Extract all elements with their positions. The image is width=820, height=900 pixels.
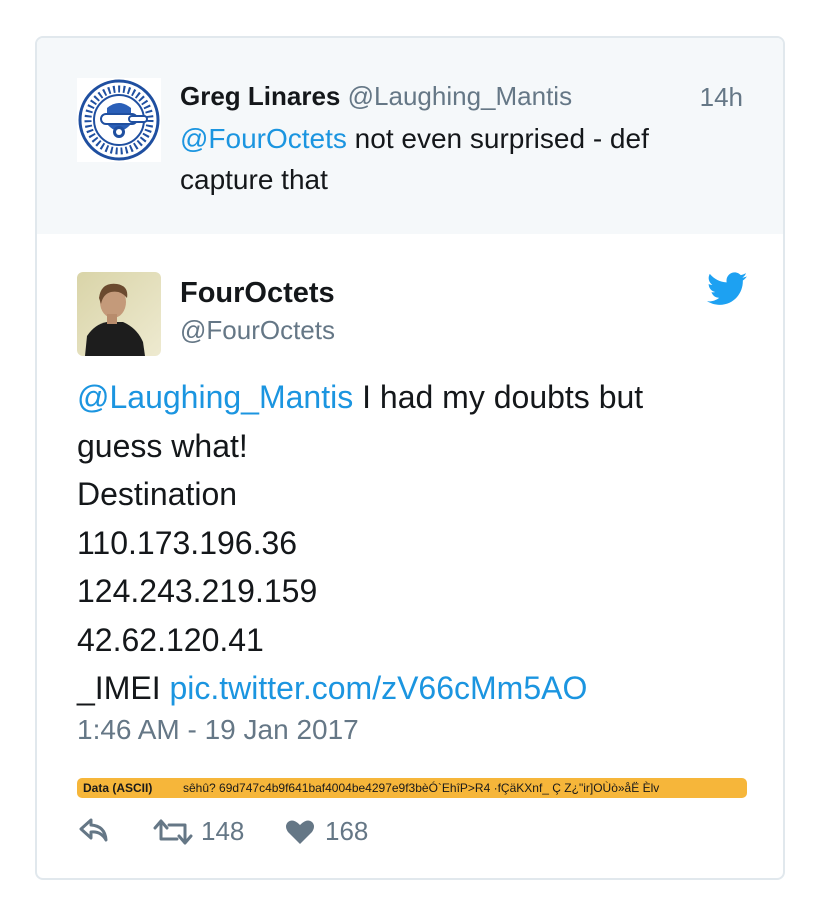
reply-avatar[interactable] bbox=[77, 78, 161, 162]
tweet-mention-link[interactable]: @Laughing_Mantis bbox=[77, 379, 353, 415]
tweet-actions: 148 168 bbox=[77, 816, 577, 852]
reply-time[interactable]: 14h bbox=[700, 82, 743, 113]
like-count: 168 bbox=[325, 816, 369, 846]
reply-mention-link[interactable]: @FourOctets bbox=[180, 123, 347, 154]
imei-label: _IMEI bbox=[77, 670, 170, 706]
author-name[interactable]: FourOctets bbox=[180, 277, 335, 310]
reply-icon bbox=[77, 816, 109, 844]
author-handle[interactable]: @FourOctets bbox=[180, 315, 335, 346]
reply-header: Greg Linares @Laughing_Mantis bbox=[180, 80, 572, 112]
retweet-count: 148 bbox=[201, 816, 245, 846]
like-button[interactable]: 168 bbox=[285, 816, 368, 847]
twitter-bird-icon[interactable] bbox=[707, 272, 747, 306]
tweet-card: Greg Linares @Laughing_Mantis 14h @FourO… bbox=[35, 36, 785, 880]
retweet-button[interactable]: 148 bbox=[153, 816, 244, 847]
tweet-line: _IMEI pic.twitter.com/zV66cMm5AO bbox=[77, 664, 737, 713]
tweet-line: guess what! bbox=[77, 427, 248, 464]
tweet-timestamp[interactable]: 1:46 AM - 19 Jan 2017 bbox=[77, 714, 359, 746]
tweet-line: Destination bbox=[77, 476, 238, 512]
tweet-line: 110.173.196.36 bbox=[77, 524, 298, 561]
data-ascii-label: Data (ASCII) bbox=[83, 781, 153, 795]
reply-tweet[interactable]: Greg Linares @Laughing_Mantis 14h @FourO… bbox=[37, 38, 783, 234]
data-ascii-bar: Data (ASCII) sêhû? 69d747c4b9f641baf4004… bbox=[77, 778, 747, 798]
tweet-line: 42.62.120.41 bbox=[77, 621, 264, 658]
pic-link[interactable]: pic.twitter.com/zV66cMm5AO bbox=[169, 670, 587, 706]
tweet-text: @Laughing_Mantis I had my doubts but gue… bbox=[77, 373, 737, 713]
tweet-line-text: I had my doubts but bbox=[353, 379, 644, 415]
profile-avatar[interactable] bbox=[77, 272, 161, 356]
retweet-icon bbox=[153, 817, 193, 847]
reply-text: @FourOctets not even surprised - def cap… bbox=[180, 118, 720, 200]
tweet-line: 124.243.219.159 bbox=[77, 573, 318, 609]
data-ascii-value: sêhû? 69d747c4b9f641baf4004be4297e9f3bèÓ… bbox=[183, 781, 660, 795]
heart-icon bbox=[285, 818, 315, 846]
tweet-line: @Laughing_Mantis I had my doubts but bbox=[77, 373, 737, 422]
reply-button[interactable] bbox=[77, 816, 109, 844]
reply-author-name[interactable]: Greg Linares bbox=[180, 81, 340, 111]
reply-author-handle[interactable]: @Laughing_Mantis bbox=[348, 81, 572, 111]
